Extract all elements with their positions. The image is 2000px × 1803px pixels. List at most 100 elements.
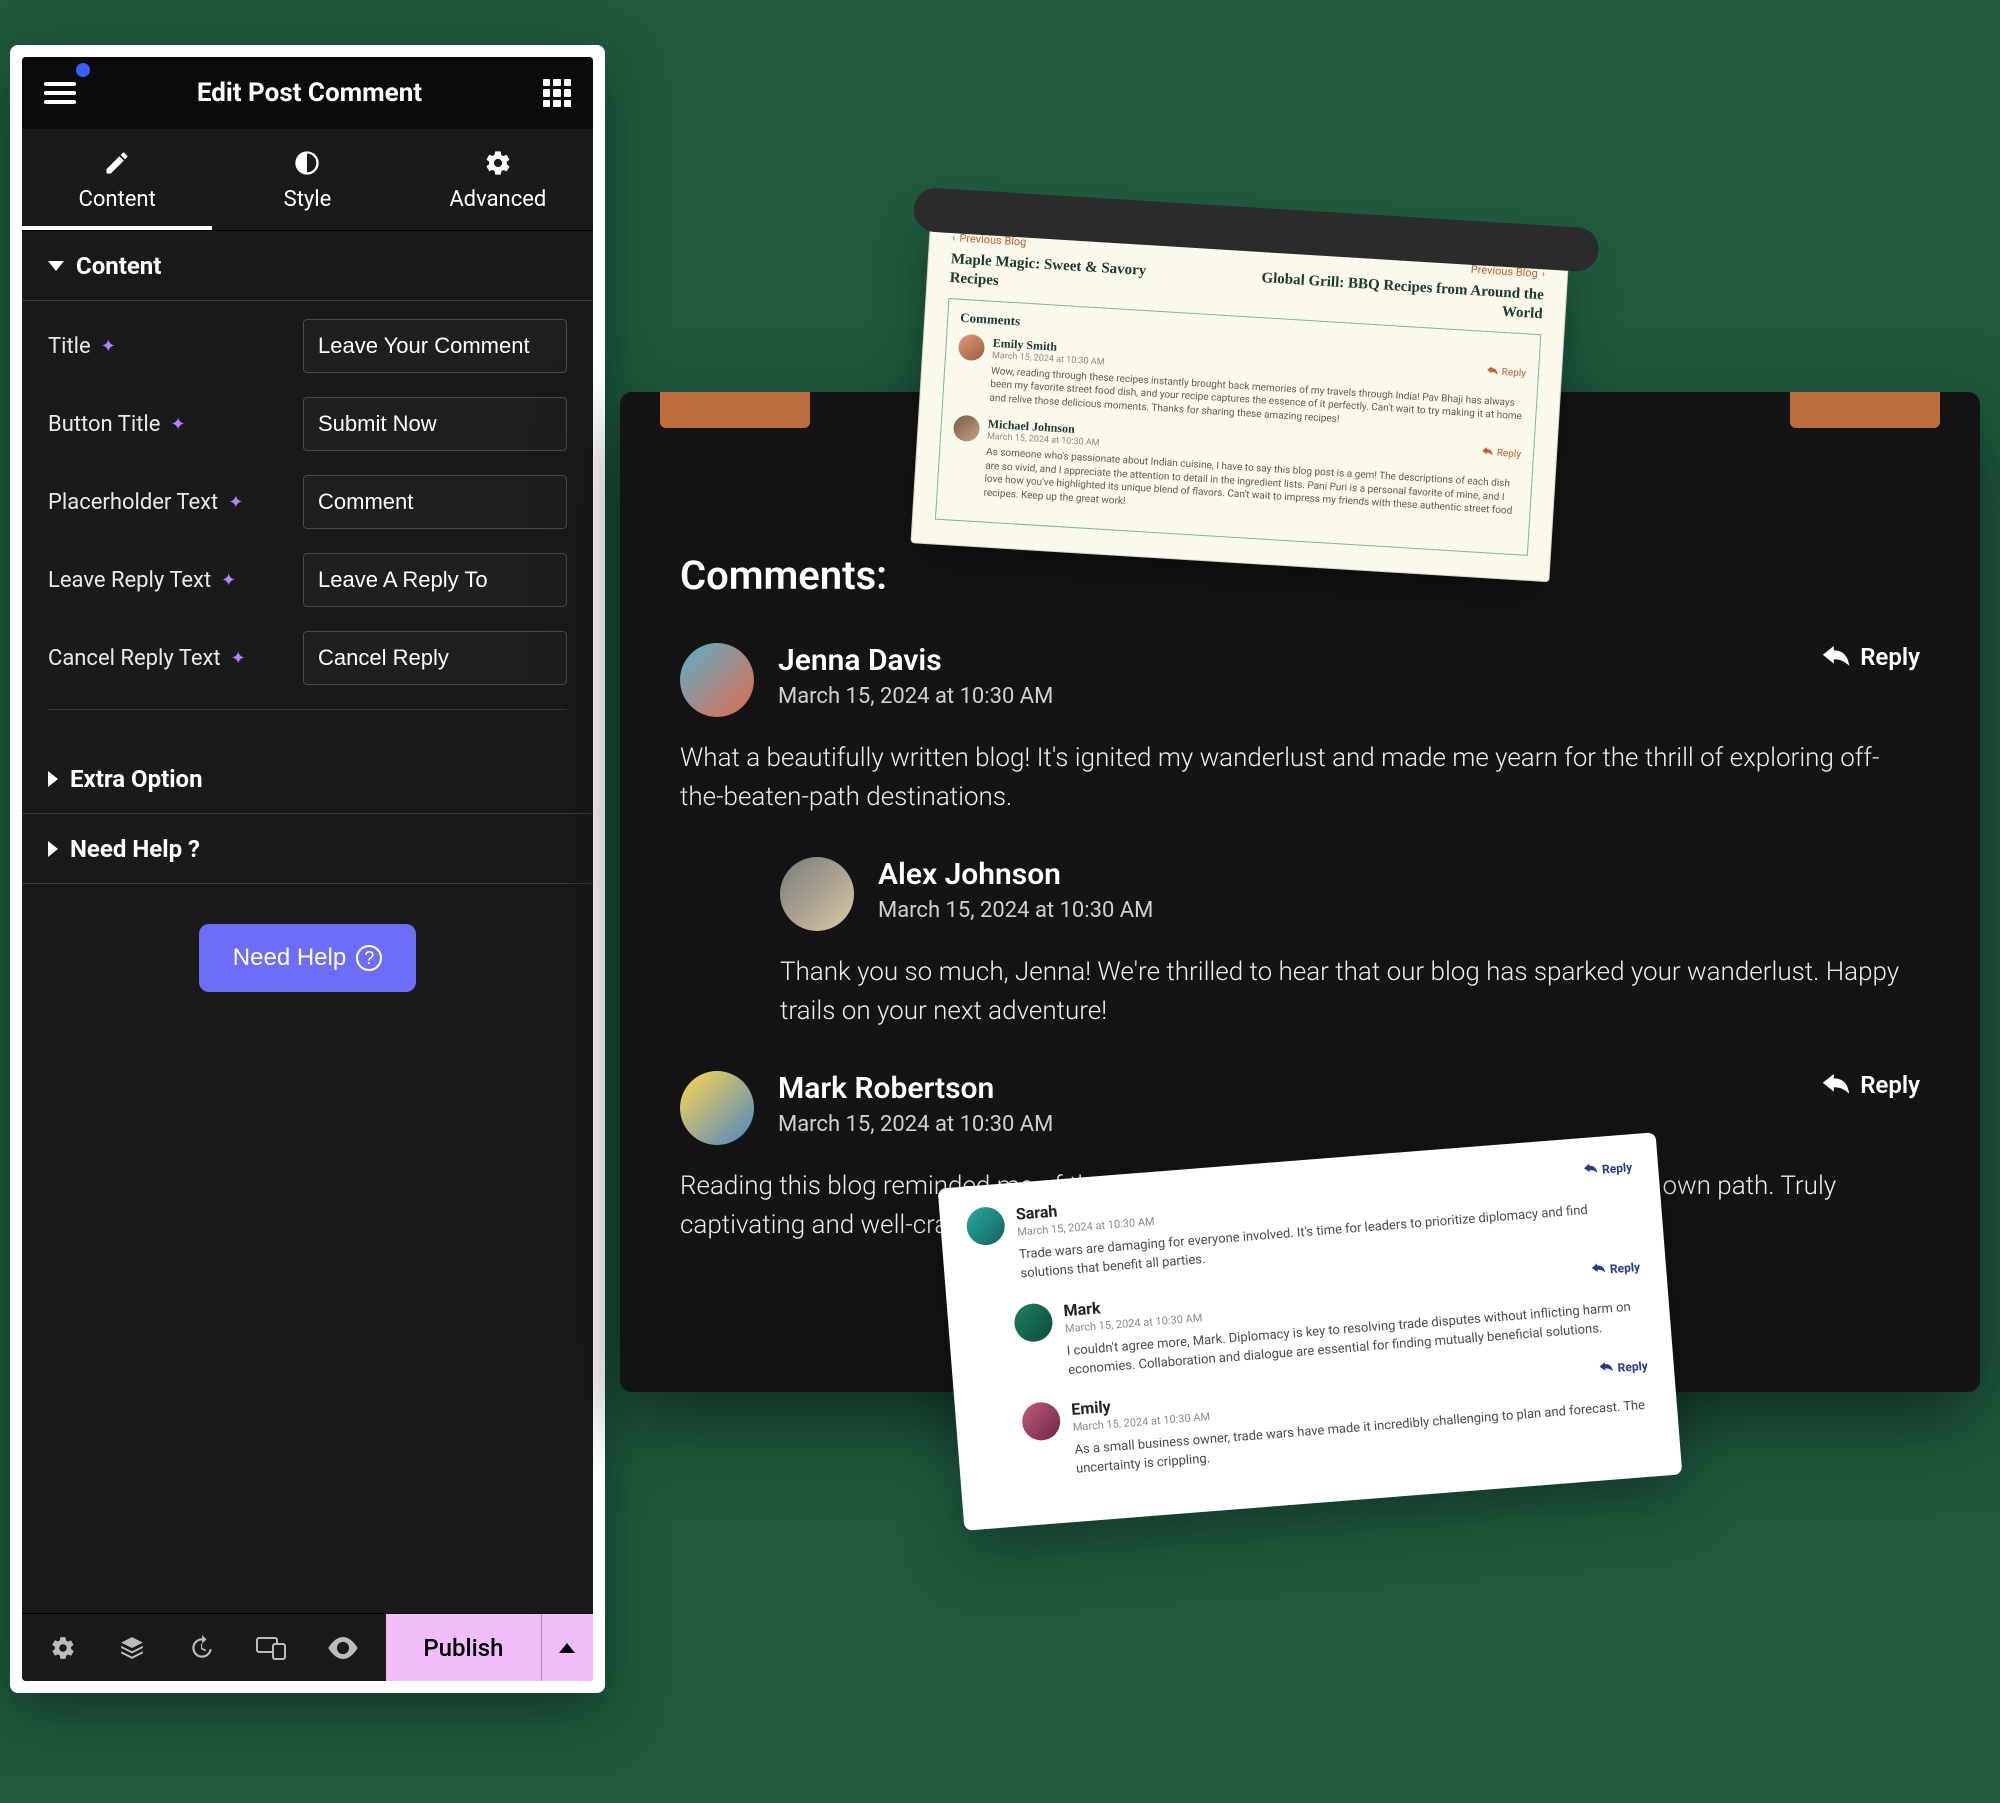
section-need-help: Need Help ? [22,814,593,884]
section-extra-option: Extra Option [22,744,593,814]
field-placeholder-label: Placerholder Text [48,490,218,515]
reply-button[interactable]: Reply [1481,447,1521,460]
field-title-label: Title [48,334,91,359]
need-help-button-label: Need Help [233,944,346,972]
section-need-help-header[interactable]: Need Help ? [22,814,593,884]
preview-thumb-right [1790,392,1940,428]
reply-label: Reply [1860,643,1920,671]
comment-author: Alex Johnson [878,857,1920,892]
tab-advanced-label: Advanced [449,187,546,212]
chevron-up-icon [559,1643,575,1653]
pencil-icon [103,149,131,177]
reply-button[interactable]: Reply [1584,1160,1633,1178]
cream-comments-box: Comments Reply Emily Smith March 15, 202… [935,298,1541,556]
publish-options-button[interactable] [541,1614,593,1681]
chevron-left-icon: ‹ [952,231,956,244]
chevron-right-icon: › [1541,267,1545,280]
preview-thumb-left [660,392,810,428]
reply-label: Reply [1617,1359,1648,1375]
reply-button[interactable]: Reply [1822,643,1920,671]
field-placeholder-input[interactable] [303,475,567,529]
chevron-right-icon [48,771,58,787]
panel-spacer [22,1012,593,1613]
field-leave-reply-input[interactable] [303,553,567,607]
gear-icon [484,149,512,177]
divider [48,709,567,710]
question-circle-icon: ? [356,945,382,971]
chevron-down-icon [48,261,64,271]
tab-style[interactable]: Style [212,129,402,230]
ai-sparkle-icon[interactable]: ✦ [101,336,116,357]
preview-icon[interactable] [328,1637,358,1659]
section-content: Content Title ✦ Button Title ✦ [22,231,593,744]
apps-grid-icon[interactable] [543,79,571,107]
contrast-icon [293,149,321,177]
footer-icons [22,1614,386,1681]
panel-header: Edit Post Comment [22,57,593,129]
prev-blog-label: Previous Blog [959,232,1027,249]
avatar [680,1071,754,1145]
cream-comment: Reply Michael Johnson March 15, 2024 at … [949,415,1521,533]
field-cancel-reply-input[interactable] [303,631,567,685]
blog-title-left[interactable]: Maple Magic: Sweet & Savory Recipes [949,250,1199,303]
comment-item-nested: Alex Johnson March 15, 2024 at 10:30 AM … [780,857,1920,1031]
reply-label: Reply [1602,1160,1633,1176]
reply-label: Reply [1609,1260,1640,1276]
comment-body: What a beautifully written blog! It's ig… [680,739,1920,817]
panel-title: Edit Post Comment [197,78,422,108]
navigator-icon[interactable] [118,1635,146,1661]
section-extra-title: Extra Option [70,765,203,793]
section-content-title: Content [76,252,161,280]
reply-label: Reply [1496,448,1521,460]
help-button-area: Need Help ? [22,884,593,1012]
field-leave-reply-label: Leave Reply Text [48,568,211,593]
avatar [958,333,986,361]
reply-arrow-icon [1591,1262,1605,1274]
editor-panel: Edit Post Comment Content Style Advanced [10,45,605,1693]
ai-sparkle-icon[interactable]: ✦ [170,414,185,435]
section-content-header[interactable]: Content [22,231,593,301]
editor-panel-inner: Edit Post Comment Content Style Advanced [22,57,593,1681]
menu-icon[interactable] [44,77,76,109]
tab-style-label: Style [284,187,332,212]
tab-content[interactable]: Content [22,129,212,230]
panel-footer: Publish [22,1613,593,1681]
reply-arrow-icon [1822,646,1850,668]
responsive-icon[interactable] [256,1636,286,1660]
field-title-input[interactable] [303,319,567,373]
field-cancel-reply-text: Cancel Reply Text ✦ [48,631,567,685]
section-content-fields: Title ✦ Button Title ✦ Placerholder Text [22,301,593,744]
avatar [680,643,754,717]
history-icon[interactable] [188,1635,214,1661]
reply-button[interactable]: Reply [1486,366,1526,379]
comment-author: Jenna Davis [778,643,1798,678]
publish-button-label: Publish [423,1634,503,1662]
avatar [1021,1401,1062,1442]
cream-blog-card: ‹ Previous Blog Previous Blog › Maple Ma… [910,211,1569,582]
reply-button[interactable]: Reply [1822,1071,1920,1099]
avatar [1013,1302,1054,1343]
white-comments-card: Sarah March 15, 2024 at 10:30 AM Reply T… [938,1132,1683,1530]
avatar [953,415,981,443]
avatar [965,1206,1006,1247]
reply-button[interactable]: Reply [1591,1260,1640,1278]
field-button-title: Button Title ✦ [48,397,567,451]
reply-arrow-icon [1822,1074,1850,1096]
tab-advanced[interactable]: Advanced [403,129,593,230]
settings-icon[interactable] [50,1635,76,1661]
field-placeholder-text: Placerholder Text ✦ [48,475,567,529]
next-blog-label: Previous Blog [1470,263,1538,280]
need-help-button[interactable]: Need Help ? [199,924,416,992]
field-button-title-input[interactable] [303,397,567,451]
section-extra-option-header[interactable]: Extra Option [22,744,593,814]
tab-content-label: Content [79,187,156,212]
reply-label: Reply [1860,1071,1920,1099]
field-cancel-reply-label: Cancel Reply Text [48,646,221,671]
ai-sparkle-icon[interactable]: ✦ [228,492,243,513]
reply-button[interactable]: Reply [1599,1359,1648,1377]
publish-button[interactable]: Publish [386,1614,541,1681]
ai-sparkle-icon[interactable]: ✦ [221,570,236,591]
field-leave-reply-text: Leave Reply Text ✦ [48,553,567,607]
reply-label: Reply [1501,366,1526,378]
ai-sparkle-icon[interactable]: ✦ [231,648,246,669]
